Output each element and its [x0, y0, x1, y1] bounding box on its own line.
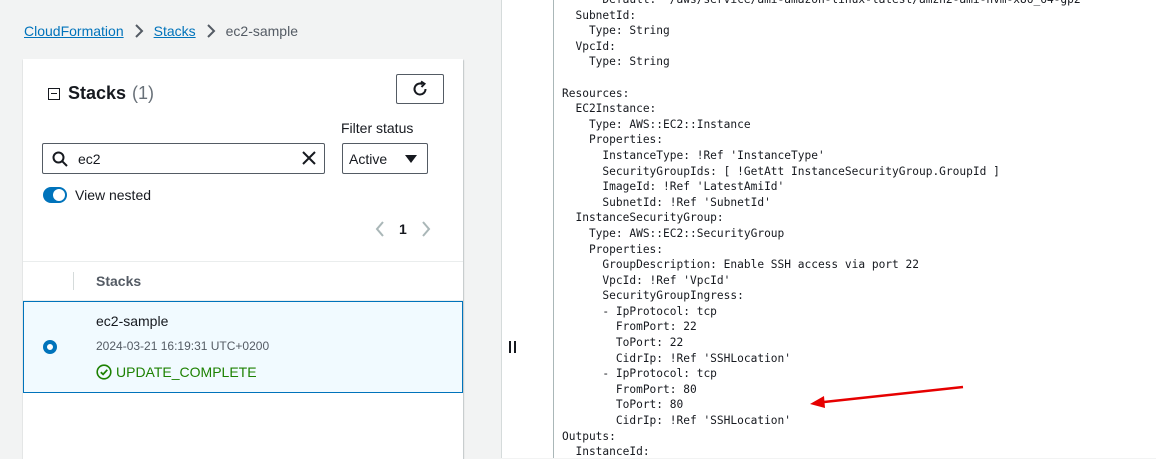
- search-field: [42, 143, 325, 174]
- page-number[interactable]: 1: [399, 221, 407, 237]
- collapse-icon[interactable]: [48, 87, 60, 100]
- code-line: Type: String: [562, 24, 670, 38]
- code-line: VpcId:: [562, 39, 616, 53]
- check-circle-icon: [96, 364, 112, 380]
- stack-count: (1): [132, 83, 155, 103]
- caret-down-icon: [405, 155, 417, 163]
- close-icon[interactable]: [302, 151, 316, 165]
- code-line: Resources:: [562, 86, 630, 100]
- code-line: CidrIp: !Ref 'SSHLocation': [562, 414, 792, 428]
- code-line: SubnetId:: [562, 8, 637, 22]
- table-row[interactable]: ec2-sample 2024-03-21 16:19:31 UTC+0200 …: [23, 301, 463, 393]
- refresh-button[interactable]: [396, 74, 444, 104]
- column-divider: [73, 272, 74, 290]
- filter-status-label: Filter status: [341, 120, 414, 136]
- code-line: InstanceId:: [562, 445, 650, 458]
- panel-title: Stacks (1): [48, 83, 154, 104]
- status-select-value: Active: [349, 150, 388, 167]
- row-radio[interactable]: [43, 340, 57, 354]
- code-line: - IpProtocol: tcp: [562, 367, 717, 381]
- code-line: Type: String: [562, 55, 670, 69]
- code-line: EC2Instance:: [562, 102, 657, 116]
- column-header-stacks[interactable]: Stacks: [96, 273, 141, 289]
- stacks-panel: Stacks (1) Filter status Active Vi: [23, 59, 463, 459]
- code-line: Type: AWS::EC2::SecurityGroup: [562, 226, 785, 240]
- chevron-left-icon[interactable]: [375, 221, 385, 237]
- pane-splitter[interactable]: [501, 0, 554, 458]
- view-nested-toggle[interactable]: [43, 187, 67, 203]
- code-line: - IpProtocol: tcp: [562, 304, 717, 318]
- code-line: CidrIp: !Ref 'SSHLocation': [562, 351, 792, 365]
- breadcrumb-cloudformation-link[interactable]: CloudFormation: [24, 23, 124, 39]
- code-line: Type: AWS::EC2::Instance: [562, 117, 751, 131]
- code-line: Default: '/aws/service/ami-amazon-linux-…: [562, 0, 1087, 6]
- code-line: Outputs:: [562, 429, 616, 443]
- resize-handle-icon[interactable]: [509, 341, 516, 353]
- code-line: InstanceType: !Ref 'InstanceType': [562, 148, 825, 162]
- code-line: FromPort: 80: [562, 382, 697, 396]
- code-line: FromPort: 22: [562, 320, 697, 334]
- code-line: ImageId: !Ref 'LatestAmiId': [562, 180, 785, 194]
- code-line: Properties:: [562, 242, 664, 256]
- code-line: InstanceSecurityGroup:: [562, 211, 724, 225]
- chevron-right-icon: [206, 24, 216, 38]
- search-icon: [52, 151, 68, 167]
- stacks-pane: CloudFormation Stacks ec2-sample Stacks …: [0, 0, 501, 459]
- code-line: VpcId: !Ref 'VpcId': [562, 273, 731, 287]
- stack-status: UPDATE_COMPLETE: [116, 364, 257, 380]
- chevron-right-icon[interactable]: [421, 221, 431, 237]
- code-line: ToPort: 22: [562, 336, 684, 350]
- annotation-arrow: [810, 385, 964, 408]
- status-badge: UPDATE_COMPLETE: [96, 364, 257, 380]
- refresh-icon: [413, 80, 427, 96]
- stack-name: ec2-sample: [96, 313, 169, 329]
- breadcrumb-stacks-link[interactable]: Stacks: [154, 23, 196, 39]
- stack-timestamp: 2024-03-21 16:19:31 UTC+0200: [96, 339, 270, 353]
- code-line: SecurityGroupIngress:: [562, 289, 744, 303]
- code-line: SubnetId: !Ref 'SubnetId': [562, 195, 771, 209]
- panel-title-text: Stacks: [68, 83, 127, 103]
- code-line: GroupDescription: Enable SSH access via …: [562, 258, 919, 272]
- breadcrumb: CloudFormation Stacks ec2-sample: [24, 23, 298, 39]
- search-input[interactable]: [76, 149, 280, 168]
- view-nested-row: View nested: [43, 187, 151, 203]
- code-line: SecurityGroupIds: [ !GetAtt InstanceSecu…: [562, 164, 1000, 178]
- code-line: ToPort: 80: [562, 398, 684, 412]
- table-header: Stacks: [23, 261, 463, 301]
- breadcrumb-current: ec2-sample: [225, 23, 298, 39]
- view-nested-label: View nested: [75, 187, 152, 203]
- code-line: Properties:: [562, 133, 664, 147]
- status-select[interactable]: Active: [342, 143, 428, 174]
- chevron-right-icon: [134, 24, 144, 38]
- pagination: 1: [375, 221, 431, 237]
